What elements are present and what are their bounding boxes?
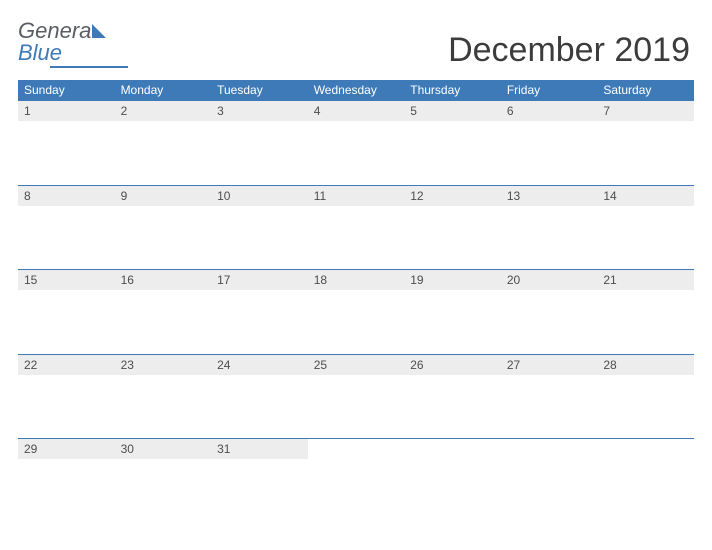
weekday-header: Tuesday [211, 80, 308, 101]
calendar-header: Genera Blue December 2019 [18, 20, 694, 70]
date-cell-empty [597, 439, 694, 460]
date-row: 8 9 10 11 12 13 14 [18, 185, 694, 206]
date-cell: 18 [308, 270, 405, 291]
date-cell: 26 [404, 354, 501, 375]
date-cell: 3 [211, 101, 308, 122]
logo-underline [50, 66, 128, 68]
date-cell: 8 [18, 185, 115, 206]
logo: Genera Blue [18, 20, 107, 64]
weekday-header-row: Sunday Monday Tuesday Wednesday Thursday… [18, 80, 694, 101]
date-cell: 10 [211, 185, 308, 206]
weekday-header: Sunday [18, 80, 115, 101]
date-cell: 22 [18, 354, 115, 375]
body-row [18, 290, 694, 354]
weekday-header: Wednesday [308, 80, 405, 101]
date-cell: 11 [308, 185, 405, 206]
date-cell: 27 [501, 354, 598, 375]
date-cell: 25 [308, 354, 405, 375]
weekday-header: Saturday [597, 80, 694, 101]
body-row [18, 459, 694, 523]
calendar-title: December 2019 [448, 31, 690, 70]
date-cell: 15 [18, 270, 115, 291]
date-cell: 21 [597, 270, 694, 291]
date-cell: 7 [597, 101, 694, 122]
date-cell: 2 [115, 101, 212, 122]
date-cell-empty [404, 439, 501, 460]
date-cell: 16 [115, 270, 212, 291]
date-cell: 6 [501, 101, 598, 122]
date-row: 1 2 3 4 5 6 7 [18, 101, 694, 122]
date-cell-empty [308, 439, 405, 460]
weekday-header: Friday [501, 80, 598, 101]
date-cell: 5 [404, 101, 501, 122]
date-cell: 29 [18, 439, 115, 460]
date-cell: 17 [211, 270, 308, 291]
date-cell: 4 [308, 101, 405, 122]
date-cell: 30 [115, 439, 212, 460]
body-row [18, 206, 694, 270]
logo-triangle-icon [92, 20, 106, 42]
date-row: 15 16 17 18 19 20 21 [18, 270, 694, 291]
date-cell: 24 [211, 354, 308, 375]
date-cell: 28 [597, 354, 694, 375]
date-cell: 31 [211, 439, 308, 460]
date-cell: 23 [115, 354, 212, 375]
calendar-table: Sunday Monday Tuesday Wednesday Thursday… [18, 80, 694, 523]
weekday-header: Monday [115, 80, 212, 101]
date-cell: 9 [115, 185, 212, 206]
body-row [18, 375, 694, 439]
body-row [18, 121, 694, 185]
date-row: 22 23 24 25 26 27 28 [18, 354, 694, 375]
date-cell: 1 [18, 101, 115, 122]
date-cell-empty [501, 439, 598, 460]
date-cell: 20 [501, 270, 598, 291]
date-row: 29 30 31 [18, 439, 694, 460]
date-cell: 12 [404, 185, 501, 206]
date-cell: 14 [597, 185, 694, 206]
date-cell: 19 [404, 270, 501, 291]
date-cell: 13 [501, 185, 598, 206]
logo-text-blue: Blue [18, 40, 62, 65]
weekday-header: Thursday [404, 80, 501, 101]
